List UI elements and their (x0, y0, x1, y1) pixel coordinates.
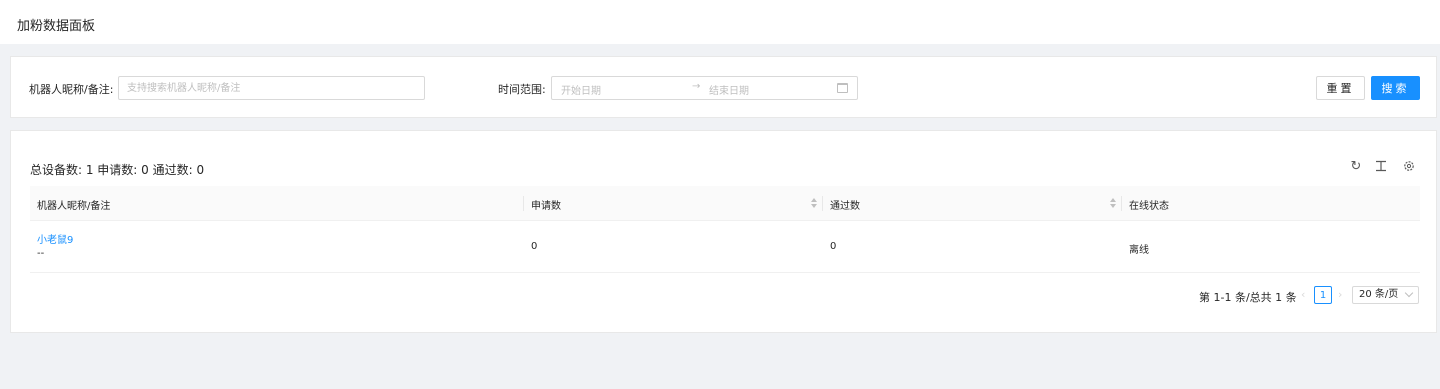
search-button[interactable]: 搜索 (1371, 76, 1420, 100)
column-header-applications[interactable]: 申请数 (531, 197, 561, 212)
column-divider (1121, 196, 1122, 211)
pagination-total: 第 1-1 条/总共 1 条 (1199, 291, 1297, 304)
reset-button[interactable]: 重置 (1316, 76, 1365, 100)
page-number[interactable]: 1 (1314, 286, 1332, 304)
table-card: 总设备数: 1 申请数: 0 通过数: 0 ↻ 机器人昵称/备注 申请数 通过数… (10, 130, 1437, 333)
data-table: 机器人昵称/备注 申请数 通过数 在线状态 小老鼠9 -- 0 0 离线 (30, 186, 1420, 273)
pagination: 第 1-1 条/总共 1 条 ‹ 1 › 20 条/页 (11, 286, 1438, 306)
end-date-input[interactable]: 结束日期 (709, 82, 749, 97)
column-header-approved[interactable]: 通过数 (830, 197, 860, 212)
reload-icon[interactable]: ↻ (1349, 160, 1363, 174)
page-header: 加粉数据面板 (0, 0, 1440, 44)
page-size-value: 20 条/页 (1359, 289, 1399, 300)
page-size-select[interactable]: 20 条/页 (1352, 286, 1419, 304)
summary-stats: 总设备数: 1 申请数: 0 通过数: 0 (30, 163, 205, 177)
column-header-status: 在线状态 (1129, 201, 1169, 212)
robot-remark: -- (37, 248, 45, 259)
search-form: 机器人昵称/备注: 时间范围: 开始日期 → 结束日期 重置 搜索 (10, 56, 1437, 118)
robot-search-input[interactable] (118, 76, 425, 100)
robot-name-link[interactable]: 小老鼠9 (37, 231, 73, 246)
start-date-input[interactable]: 开始日期 (561, 82, 601, 97)
column-divider (822, 196, 823, 211)
column-header-robot: 机器人昵称/备注 (37, 201, 111, 212)
date-range-picker[interactable]: 开始日期 → 结束日期 (551, 76, 858, 100)
range-arrow-icon: → (692, 81, 701, 92)
table-header: 机器人昵称/备注 申请数 通过数 在线状态 (30, 186, 1420, 221)
next-page-icon[interactable]: › (1338, 288, 1342, 301)
page-title: 加粉数据面板 (17, 19, 96, 34)
approved-cell: 0 (830, 241, 837, 252)
applications-cell: 0 (531, 241, 538, 252)
column-divider (523, 196, 524, 211)
setting-icon[interactable] (1402, 160, 1416, 174)
chevron-down-icon (1404, 288, 1414, 298)
calendar-icon (837, 83, 848, 93)
status-cell: 离线 (1129, 245, 1149, 256)
robot-filter-label: 机器人昵称/备注: (29, 83, 114, 96)
time-range-label: 时间范围: (498, 83, 546, 96)
prev-page-icon[interactable]: ‹ (1301, 288, 1305, 301)
table-row: 小老鼠9 -- 0 0 离线 (30, 221, 1420, 273)
sort-icon[interactable] (1110, 196, 1116, 210)
sort-icon[interactable] (811, 196, 817, 210)
density-icon[interactable] (1374, 160, 1388, 174)
